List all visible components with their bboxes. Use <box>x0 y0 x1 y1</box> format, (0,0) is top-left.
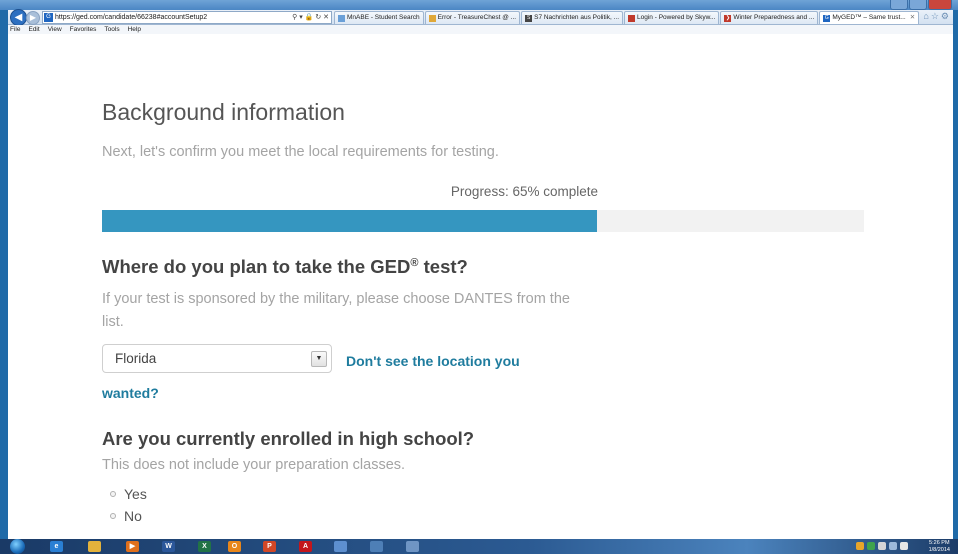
window-titlebar <box>0 0 958 10</box>
menu-edit[interactable]: Edit <box>28 25 39 34</box>
tray-icon[interactable] <box>889 542 897 550</box>
close-tab-icon[interactable]: ✕ <box>910 12 915 24</box>
start-button[interactable] <box>10 539 25 554</box>
monitor-icon[interactable] <box>370 541 383 552</box>
radio-no[interactable]: No <box>110 508 142 524</box>
powerpoint-icon[interactable]: P <box>263 541 276 552</box>
home-icon[interactable]: ⌂ <box>923 11 930 21</box>
menu-tools[interactable]: Tools <box>104 25 119 34</box>
menu-view[interactable]: View <box>48 25 62 34</box>
question-text: Where do you plan to take the GED <box>102 256 411 277</box>
back-button[interactable]: ◀ <box>10 9 27 26</box>
s7-icon: S <box>525 14 533 22</box>
radio-button-icon[interactable] <box>110 491 116 497</box>
tab-s7[interactable]: S S7 Nachrichten aus Politik, ... <box>521 11 624 24</box>
tab-label: Winter Preparedness and ... <box>733 14 815 21</box>
ged-icon: G <box>823 14 831 22</box>
system-tray <box>856 542 908 550</box>
progress-bar <box>102 210 864 232</box>
tab-label: MyGED™ – Same trust... <box>832 14 906 21</box>
menu-bar: File Edit View Favorites Tools Help <box>8 25 953 34</box>
excel-icon[interactable]: X <box>198 541 211 552</box>
progress-bar-fill <box>102 210 598 232</box>
menu-favorites[interactable]: Favorites <box>70 25 97 34</box>
clock-date: 1/8/2014 <box>928 546 950 553</box>
tab-winter-preparedness[interactable]: ❯ Winter Preparedness and ... <box>720 11 819 24</box>
tray-icon[interactable] <box>878 542 886 550</box>
taskbar: e ▶ W X O P A 5:26 PM 1/8/2014 <box>0 539 958 554</box>
tray-icon[interactable] <box>856 542 864 550</box>
tab-strip: MnABE - Student Search Error - TreasureC… <box>334 11 920 24</box>
question-test-location: Where do you plan to take the GED® test? <box>102 256 468 278</box>
radio-button-icon[interactable] <box>110 513 116 519</box>
star-icon[interactable]: ☆ <box>931 11 941 21</box>
window-frame-left <box>0 0 8 554</box>
arrow-right-icon: ▶ <box>29 13 37 22</box>
close-window-button[interactable] <box>928 0 952 10</box>
gear-icon[interactable]: ⚙ <box>941 11 951 21</box>
tab-treasurechest[interactable]: Error - TreasureChest @ ... <box>424 11 521 24</box>
bird-icon <box>628 14 636 22</box>
question-help-text: This does not include your preparation c… <box>102 457 406 473</box>
question-high-school: Are you currently enrolled in high schoo… <box>102 428 475 449</box>
tab-mnabe[interactable]: MnABE - Student Search <box>334 11 424 24</box>
progress-label: Progress: 65% complete <box>450 184 598 199</box>
question-help-text: If your test is sponsored by the militar… <box>102 291 570 330</box>
browser-chrome-icons: ⌂☆⚙ <box>923 11 951 22</box>
network-icon[interactable] <box>334 541 347 552</box>
maximize-button[interactable] <box>909 0 927 10</box>
tab-label: MnABE - Student Search <box>347 14 420 21</box>
folder-icon <box>428 14 436 22</box>
tray-icon[interactable] <box>867 542 875 550</box>
tab-myged[interactable]: G MyGED™ – Same trust... ✕ <box>819 11 920 24</box>
abe-icon <box>338 14 345 22</box>
arrow-left-icon: ◀ <box>14 12 23 23</box>
folder-icon[interactable] <box>88 541 101 552</box>
clock-time: 5:26 PM <box>929 540 950 546</box>
question-text-end: test? <box>418 256 468 277</box>
page-subtitle: Next, let's confirm you meet the local r… <box>102 144 499 160</box>
radio-label: Yes <box>124 486 147 502</box>
speaker-icon[interactable] <box>900 542 908 550</box>
word-icon[interactable]: W <box>162 541 175 552</box>
missing-location-link-continued[interactable]: wanted? <box>102 385 159 401</box>
address-bar[interactable]: Ghttps://ged.com/candidate/66238#account… <box>42 11 332 24</box>
minimize-button[interactable] <box>890 0 908 10</box>
menu-help[interactable]: Help <box>128 25 141 34</box>
browser-toolbar: ◀ ▶ Ghttps://ged.com/candidate/66238#acc… <box>8 9 953 26</box>
arrow-icon: ❯ <box>724 14 732 22</box>
outlook-icon[interactable]: O <box>228 541 241 552</box>
tab-label: S7 Nachrichten aus Politik, ... <box>534 14 620 21</box>
ie-icon[interactable]: e <box>50 541 63 552</box>
window-controls <box>890 0 952 10</box>
window-frame-right <box>953 0 958 554</box>
location-select[interactable]: Florida ▼ <box>102 344 332 373</box>
page-content: Background information Next, let's confi… <box>8 35 953 539</box>
menu-file[interactable]: File <box>10 25 20 34</box>
location-select-value: Florida <box>115 351 157 366</box>
paint-icon[interactable] <box>406 541 419 552</box>
tab-label: Error - TreasureChest @ ... <box>437 14 517 21</box>
radio-yes[interactable]: Yes <box>110 486 147 502</box>
site-favicon-icon: G <box>44 13 53 22</box>
page-title: Background information <box>102 99 345 125</box>
address-bar-controls[interactable]: ⚲ ▾ 🔒 ↻ ✕ <box>292 12 329 23</box>
media-player-icon[interactable]: ▶ <box>126 541 139 552</box>
chevron-down-icon[interactable]: ▼ <box>311 351 327 367</box>
taskbar-clock[interactable]: 5:26 PM 1/8/2014 <box>929 540 950 553</box>
url-text: https://ged.com/candidate/66238#accountS… <box>55 14 208 21</box>
missing-location-link[interactable]: Don't see the location you <box>346 353 520 369</box>
tab-label: Login - Powered by Skyw... <box>637 14 716 21</box>
radio-label: No <box>124 508 142 524</box>
forward-button[interactable]: ▶ <box>26 11 40 25</box>
acrobat-icon[interactable]: A <box>299 541 312 552</box>
tab-skyward-login[interactable]: Login - Powered by Skyw... <box>624 11 720 24</box>
